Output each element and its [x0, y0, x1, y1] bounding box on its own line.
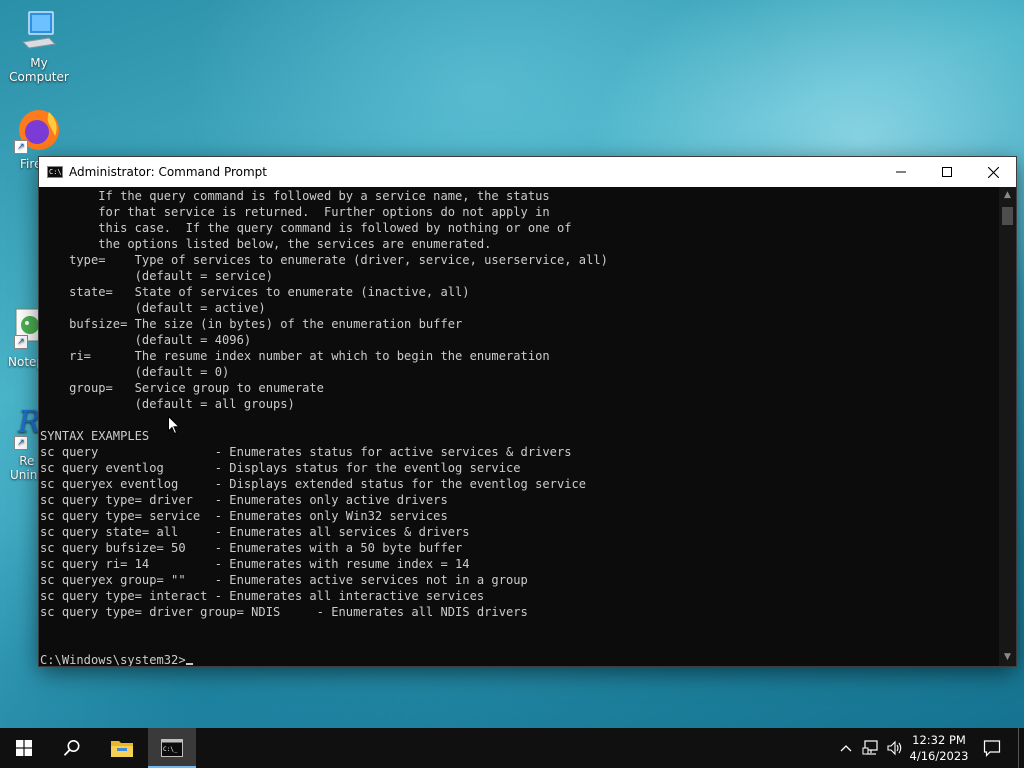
scrollbar-thumb[interactable] [1002, 207, 1013, 225]
command-prompt-window[interactable]: C:\ Administrator: Command Prompt If the… [39, 157, 1016, 666]
console-line: (default = 4096) [40, 333, 252, 347]
console-line: (default = active) [40, 301, 266, 315]
console-line: SYNTAX EXAMPLES [40, 429, 150, 443]
volume-icon [887, 740, 902, 756]
console-line: type= Type of services to enumerate (dri… [40, 253, 608, 267]
console-line: sc query type= driver - Enumerates only … [40, 493, 448, 507]
console-line: group= Service group to enumerate [40, 381, 324, 395]
console-line: sc query eventlog - Displays status for … [40, 461, 521, 475]
console-line: If the query command is followed by a se… [40, 189, 550, 203]
folder-icon [111, 741, 133, 757]
shortcut-arrow-icon: ↗ [14, 140, 28, 154]
console-line: sc query ri= 14 - Enumerates with resume… [40, 557, 470, 571]
tray-overflow-chevron[interactable] [836, 728, 856, 768]
computer-icon [21, 11, 57, 49]
console-line: this case. If the query command is follo… [40, 221, 572, 235]
console-line: sc query - Enumerates status for active … [40, 445, 572, 459]
window-controls [878, 157, 1016, 187]
tray-clock[interactable]: 12:32 PM 4/16/2023 [908, 728, 970, 768]
console-line: for that service is returned. Further op… [40, 205, 550, 219]
network-icon [862, 740, 878, 755]
text-cursor [185, 663, 193, 665]
show-desktop-button[interactable] [1018, 728, 1024, 768]
scroll-up-arrow-icon[interactable]: ▲ [999, 187, 1016, 204]
taskbar: C:\_ 12:32 PM 4/16/2023 [0, 728, 1024, 768]
shortcut-arrow-icon: ↗ [14, 335, 28, 349]
shortcut-arrow-icon: ↗ [14, 436, 28, 450]
console-line: sc query type= driver group= NDIS - Enum… [40, 605, 528, 619]
svg-text:R: R [17, 405, 41, 440]
clock-time: 12:32 PM [912, 733, 966, 747]
window-titlebar[interactable]: C:\ Administrator: Command Prompt [39, 157, 1016, 187]
console-line: state= State of services to enumerate (i… [40, 285, 470, 299]
console-line: sc query type= interact - Enumerates all… [40, 589, 485, 603]
maximize-icon [942, 167, 952, 177]
console-icon: C:\_ [161, 739, 183, 757]
scroll-down-arrow-icon[interactable]: ▼ [999, 649, 1016, 666]
clock-date: 4/16/2023 [909, 749, 969, 763]
console-line: sc queryex group= "" - Enumerates active… [40, 573, 528, 587]
console-line: bufsize= The size (in bytes) of the enum… [40, 317, 463, 331]
console-line: (default = all groups) [40, 397, 295, 411]
close-icon [987, 166, 999, 178]
console-line: ri= The resume index number at which to … [40, 349, 550, 363]
minimize-button[interactable] [878, 157, 924, 187]
action-center-button[interactable] [972, 728, 1012, 768]
console-line: (default = 0) [40, 365, 230, 379]
desktop-icon-label: My Computer [9, 56, 69, 84]
console-line: sc queryex eventlog - Displays extended … [40, 477, 587, 491]
window-title: Administrator: Command Prompt [69, 165, 267, 179]
close-button[interactable] [970, 157, 1016, 187]
taskbar-file-explorer[interactable] [98, 728, 146, 768]
mouse-pointer-icon [168, 416, 180, 435]
windows-start-icon [16, 740, 32, 756]
notification-icon [983, 740, 1001, 757]
search-button[interactable] [48, 728, 96, 768]
clock-text: 12:32 PM 4/16/2023 [910, 732, 969, 764]
svg-text:C:\_: C:\_ [163, 746, 178, 753]
search-icon [63, 740, 80, 756]
console-output[interactable]: If the query command is followed by a se… [39, 187, 999, 666]
console-text: If the query command is followed by a se… [39, 187, 999, 666]
console-prompt: C:\Windows\system32> [40, 653, 186, 666]
tray-network[interactable] [860, 728, 882, 768]
console-line: (default = service) [40, 269, 273, 283]
taskbar-command-prompt[interactable]: C:\_ [148, 728, 196, 768]
chevron-up-icon [840, 745, 852, 752]
desktop-icon-my-computer[interactable]: My Computer [0, 10, 78, 84]
console-line: sc query bufsize= 50 - Enumerates with a… [40, 541, 463, 555]
minimize-icon [896, 171, 906, 173]
console-line: the options listed below, the services a… [40, 237, 492, 251]
console-line: sc query type= service - Enumerates only… [40, 509, 448, 523]
desktop-icon-firefox[interactable]: ↗ Fire [0, 104, 78, 171]
console-line: sc query state= all - Enumerates all ser… [40, 525, 470, 539]
tray-volume[interactable] [884, 728, 906, 768]
console-icon: C:\ [47, 166, 63, 178]
vertical-scrollbar[interactable]: ▲ ▼ [999, 187, 1016, 666]
maximize-button[interactable] [924, 157, 970, 187]
start-button[interactable] [0, 728, 48, 768]
